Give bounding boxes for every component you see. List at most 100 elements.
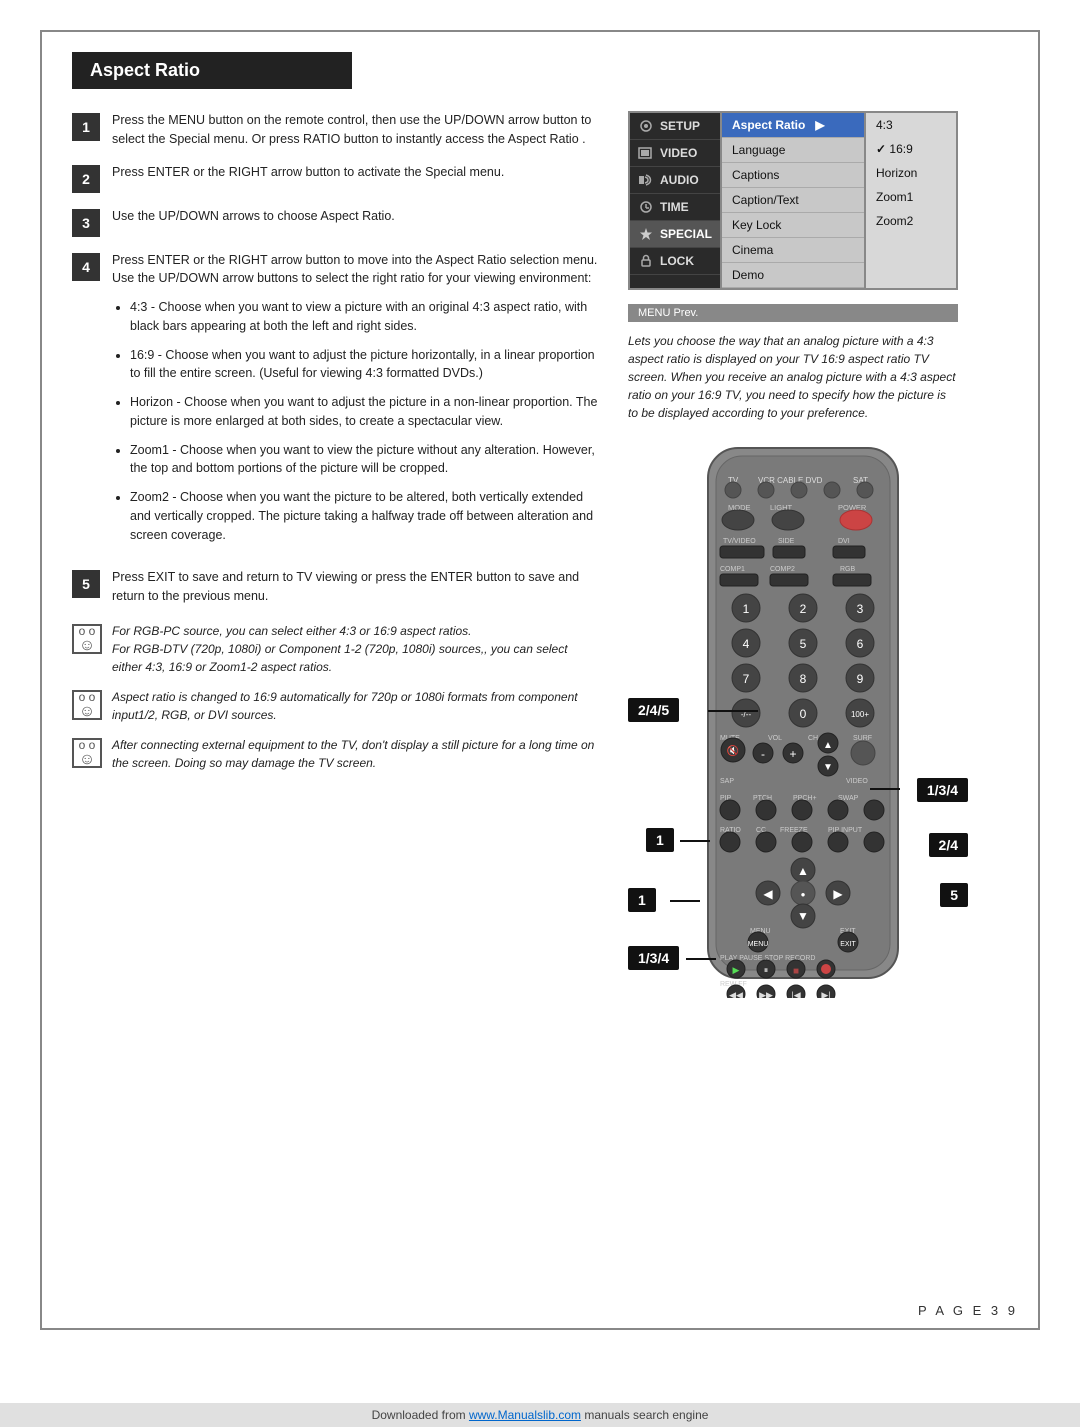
step-4-row: 4 Press ENTER or the RIGHT arrow button … <box>72 251 598 555</box>
bullet-5: Zoom2 - Choose when you want the picture… <box>130 488 598 544</box>
callout-134-right-line <box>870 788 900 790</box>
tv-menu-val-43[interactable]: 4:3 <box>866 113 956 137</box>
svg-text:VIDEO: VIDEO <box>846 778 868 785</box>
tv-menu-setup[interactable]: SETUP <box>630 113 720 140</box>
svg-text:■: ■ <box>793 966 799 977</box>
svg-text:+: + <box>789 747 796 761</box>
tv-menu-values: 4:3 16:9 Horizon Zoom1 Zoom2 <box>866 113 956 288</box>
tv-menu-special[interactable]: SPECIAL <box>630 221 720 248</box>
step-1-row: 1 Press the MENU button on the remote co… <box>72 111 598 149</box>
svg-text:🔇: 🔇 <box>727 744 739 757</box>
note-3-row: o o ☺ After connecting external equipmen… <box>72 736 598 772</box>
svg-text:CH: CH <box>808 735 818 742</box>
svg-text:9: 9 <box>857 672 864 686</box>
svg-text:0: 0 <box>800 707 807 721</box>
step-2-row: 2 Press ENTER or the RIGHT arrow button … <box>72 163 598 193</box>
tv-menu-bottom-text: MENU Prev. <box>638 307 698 319</box>
svg-text:COMP2: COMP2 <box>770 566 795 573</box>
tv-menu-lock[interactable]: LOCK <box>630 248 720 275</box>
svg-text:DVI: DVI <box>838 538 850 545</box>
svg-text:1: 1 <box>743 602 750 616</box>
svg-text:4: 4 <box>743 637 750 651</box>
svg-text:RGB: RGB <box>840 566 856 573</box>
step-3-row: 3 Use the UP/DOWN arrows to choose Aspec… <box>72 207 598 237</box>
callout-245: 2/4/5 <box>628 698 679 722</box>
svg-text:▶▶: ▶▶ <box>759 990 773 998</box>
step-3-badge: 3 <box>72 209 100 237</box>
bullet-2: 16:9 - Choose when you want to adjust th… <box>130 346 598 384</box>
remote-wrapper: TV VCR CABLE DVD SAT MODE LIGHT POWER <box>628 438 968 998</box>
tv-menu-key-lock[interactable]: Key Lock <box>722 213 864 238</box>
callout-24: 2/4 <box>929 833 968 857</box>
page-container: Aspect Ratio 1 Press the MENU button on … <box>40 30 1040 1330</box>
tv-menu-audio[interactable]: AUDIO <box>630 167 720 194</box>
callout-245-line <box>708 710 758 712</box>
svg-text:COMP1: COMP1 <box>720 566 745 573</box>
note-1-row: o o ☺ For RGB-PC source, you can select … <box>72 622 598 676</box>
svg-text:100+: 100+ <box>851 710 869 719</box>
callout-1-bot-line <box>670 900 700 902</box>
footer-bar: Downloaded from www.Manualslib.com manua… <box>0 1403 1080 1427</box>
callout-1-top-line <box>680 840 710 842</box>
svg-text:▲: ▲ <box>823 740 833 751</box>
note-2-icon: o o ☺ <box>72 690 102 720</box>
bullet-3: Horizon - Choose when you want to adjust… <box>130 393 598 431</box>
tv-menu-language[interactable]: Language <box>722 138 864 163</box>
svg-text:6: 6 <box>857 637 864 651</box>
bullet-list: 4:3 - Choose when you want to view a pic… <box>130 298 598 544</box>
step-3-text: Use the UP/DOWN arrows to choose Aspect … <box>112 207 395 226</box>
step-4-badge: 4 <box>72 253 100 281</box>
tv-menu-captions[interactable]: Captions <box>722 163 864 188</box>
right-column: SETUP VIDEO <box>628 111 1008 998</box>
svg-text:VOL: VOL <box>768 735 782 742</box>
tv-menu-demo[interactable]: Demo <box>722 263 864 288</box>
callout-1-top: 1 <box>646 828 674 852</box>
svg-text:◀: ◀ <box>763 887 773 901</box>
tv-menu-video[interactable]: VIDEO <box>630 140 720 167</box>
tv-menu: SETUP VIDEO <box>628 111 958 290</box>
tv-menu-aspect-ratio[interactable]: Aspect Ratio ▶ <box>722 113 864 138</box>
svg-text:SIDE: SIDE <box>778 538 795 545</box>
svg-text:▶: ▶ <box>733 965 740 975</box>
tv-menu-val-zoom1[interactable]: Zoom1 <box>866 185 956 209</box>
tv-menu-val-169[interactable]: 16:9 <box>866 137 956 161</box>
note-1-icon: o o ☺ <box>72 624 102 654</box>
svg-text:EXIT: EXIT <box>840 941 856 948</box>
note-3-text: After connecting external equipment to t… <box>112 736 598 772</box>
tv-menu-val-horizon[interactable]: Horizon <box>866 161 956 185</box>
bullet-4: Zoom1 - Choose when you want to view the… <box>130 441 598 479</box>
note-2-row: o o ☺ Aspect ratio is changed to 16:9 au… <box>72 688 598 724</box>
step-4-text: Press ENTER or the RIGHT arrow button to… <box>112 251 598 555</box>
callout-134-bot: 1/3/4 <box>628 946 679 970</box>
svg-text:▼: ▼ <box>797 909 809 923</box>
svg-text:-: - <box>761 747 765 761</box>
svg-text:MENU: MENU <box>748 941 769 948</box>
tv-menu-val-zoom2[interactable]: Zoom2 <box>866 209 956 233</box>
step-5-text: Press EXIT to save and return to TV view… <box>112 568 598 606</box>
note-3-icon: o o ☺ <box>72 738 102 768</box>
tv-menu-bottom: MENU Prev. <box>628 304 958 322</box>
bullet-1: 4:3 - Choose when you want to view a pic… <box>130 298 598 336</box>
remote-svg: TV VCR CABLE DVD SAT MODE LIGHT POWER <box>698 438 908 998</box>
svg-text:▲: ▲ <box>797 864 809 878</box>
note-1-text: For RGB-PC source, you can select either… <box>112 622 598 676</box>
callout-134-bot-line <box>686 958 716 960</box>
step-1-badge: 1 <box>72 113 100 141</box>
svg-text:SAP: SAP <box>720 778 734 785</box>
tv-menu-cinema[interactable]: Cinema <box>722 238 864 263</box>
tv-menu-caption-text[interactable]: Caption/Text <box>722 188 864 213</box>
svg-text:|◀: |◀ <box>791 990 800 998</box>
note-2-text: Aspect ratio is changed to 16:9 automati… <box>112 688 598 724</box>
svg-text:3: 3 <box>857 602 864 616</box>
callout-134-right: 1/3/4 <box>917 778 968 802</box>
step-5-row: 5 Press EXIT to save and return to TV vi… <box>72 568 598 606</box>
svg-text:TV/VIDEO: TV/VIDEO <box>723 538 756 545</box>
page-number: P A G E 3 9 <box>918 1303 1018 1318</box>
svg-text:▶: ▶ <box>833 887 843 901</box>
footer-link[interactable]: www.Manualslib.com <box>469 1408 581 1422</box>
step-2-badge: 2 <box>72 165 100 193</box>
callout-1-bot: 1 <box>628 888 656 912</box>
left-column: 1 Press the MENU button on the remote co… <box>72 111 598 998</box>
svg-text:7: 7 <box>743 672 750 686</box>
tv-menu-time[interactable]: TIME <box>630 194 720 221</box>
